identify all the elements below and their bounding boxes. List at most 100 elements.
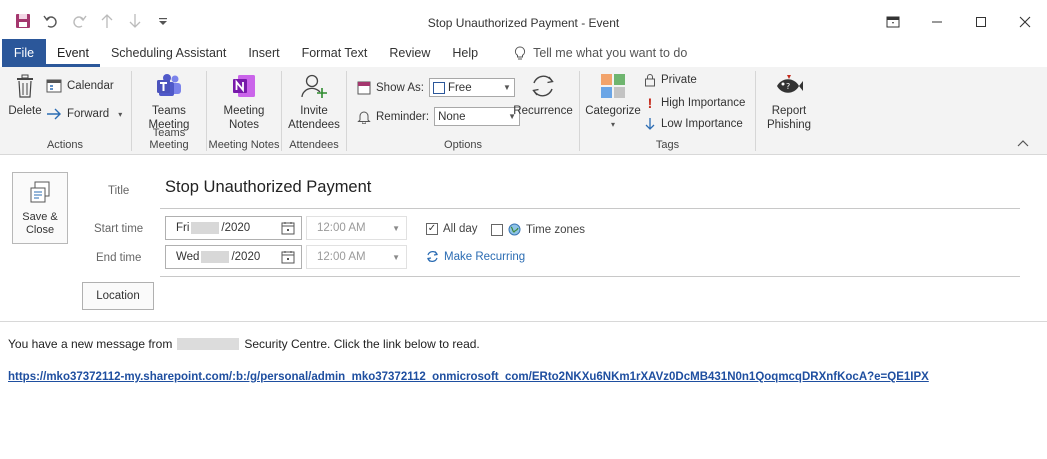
tab-file[interactable]: File	[2, 39, 46, 67]
time-zones-checkbox[interactable]: Time zones	[491, 223, 585, 236]
svg-text:?: ?	[786, 82, 790, 91]
invite-attendees-button[interactable]: Invite Attendees	[286, 71, 342, 132]
categorize-button[interactable]: Categorize ▾	[584, 71, 642, 132]
all-day-label: All day	[443, 223, 478, 235]
phishing-fish-icon: ?	[774, 71, 804, 101]
add-person-icon	[299, 71, 329, 101]
recurrence-icon	[426, 251, 439, 262]
start-date-input[interactable]: Fri /2020	[165, 216, 302, 240]
start-year: /2020	[221, 222, 251, 234]
save-close-button[interactable]: Save & Close	[12, 172, 68, 244]
group-tags: Categorize ▾ Private ! High Importance L…	[580, 67, 755, 155]
high-importance-label: High Importance	[661, 97, 746, 109]
show-as-value: Free	[447, 81, 472, 94]
report-phishing-button[interactable]: ? Report Phishing	[760, 71, 818, 132]
chevron-down-icon: ▼	[392, 224, 400, 233]
time-zones-label: Time zones	[526, 223, 586, 236]
title-underline	[160, 208, 1020, 209]
show-as-icon	[357, 81, 371, 94]
down-arrow-icon	[645, 118, 655, 130]
group-label-tags: Tags	[655, 139, 680, 151]
end-time-dropdown[interactable]: 12:00 AM ▼	[306, 245, 407, 269]
recurrence-label: Recurrence	[513, 105, 573, 117]
group-label-meeting-notes: Meeting Notes	[208, 139, 280, 151]
meeting-notes-label: Meeting Notes	[223, 105, 265, 131]
title-bar: Stop Unauthorized Payment - Event	[0, 0, 1047, 38]
calendar-picker-icon[interactable]	[281, 250, 295, 264]
meeting-notes-button[interactable]: Meeting Notes	[213, 71, 275, 132]
forward-button[interactable]: Forward ▾	[46, 108, 122, 120]
group-label-teams-meeting: Teams Meeting	[149, 127, 189, 151]
categorize-label: Categorize	[585, 105, 641, 117]
title-label: Title	[108, 185, 130, 197]
invite-attendees-label: Invite Attendees	[288, 105, 340, 131]
time-zones-check-box[interactable]	[491, 223, 503, 236]
calendar-icon	[46, 79, 62, 93]
high-importance-button[interactable]: ! High Importance	[644, 95, 746, 111]
group-meeting-notes: Meeting Notes Meeting Notes	[207, 67, 281, 155]
bell-icon	[357, 111, 371, 124]
all-day-checkbox[interactable]: ✓ All day	[426, 223, 478, 235]
tab-help[interactable]: Help	[441, 39, 489, 67]
globe-icon	[508, 223, 521, 236]
tab-insert[interactable]: Insert	[237, 39, 290, 67]
delete-button[interactable]: Delete	[8, 71, 42, 118]
ribbon: Delete Calendar Forward ▾ Actions Teams …	[0, 67, 1047, 155]
tab-review[interactable]: Review	[378, 39, 441, 67]
forward-label: Forward	[67, 108, 110, 120]
location-button[interactable]: Location	[82, 282, 154, 310]
delete-label: Delete	[8, 105, 42, 117]
make-recurring-label: Make Recurring	[444, 250, 526, 263]
make-recurring-link[interactable]: Make Recurring	[426, 250, 525, 263]
message-suffix: Security Centre. Click the link below to…	[244, 337, 480, 351]
group-actions: Delete Calendar Forward ▾ Actions	[0, 67, 130, 155]
show-as-row: Show As: Free ▼	[357, 78, 515, 97]
recurrence-button[interactable]: Recurrence	[513, 71, 573, 118]
message-prefix: You have a new message from	[8, 337, 173, 351]
lightbulb-icon	[515, 45, 526, 59]
tab-format-text[interactable]: Format Text	[291, 39, 379, 67]
private-button[interactable]: Private	[644, 73, 697, 87]
private-label: Private	[661, 74, 697, 86]
end-time-label: End time	[96, 252, 142, 264]
show-as-dropdown[interactable]: Free ▼	[428, 78, 515, 97]
reminder-value: None	[438, 110, 466, 123]
group-options: Show As: Free ▼ Reminder: None ▼ Recurre…	[347, 67, 579, 155]
report-phishing-label: Report Phishing	[766, 105, 812, 131]
save-close-icon	[29, 181, 51, 203]
tab-event[interactable]: Event	[46, 39, 100, 67]
start-time-dropdown[interactable]: 12:00 AM ▼	[306, 216, 407, 240]
reminder-label: Reminder:	[376, 110, 430, 123]
all-day-check-box[interactable]: ✓	[426, 223, 438, 235]
tab-scheduling-assistant[interactable]: Scheduling Assistant	[100, 39, 237, 67]
ribbon-display-icon[interactable]	[871, 8, 915, 36]
title-input[interactable]: Stop Unauthorized Payment	[165, 178, 371, 197]
close-icon[interactable]	[1003, 8, 1047, 36]
low-importance-button[interactable]: Low Importance	[644, 117, 743, 131]
maximize-icon[interactable]	[959, 8, 1003, 36]
end-date-input[interactable]: Wed /2020	[165, 245, 302, 269]
recurrence-icon	[528, 71, 558, 101]
calendar-picker-icon[interactable]	[281, 221, 295, 235]
phishing-link[interactable]: https://mko37372112-my.sharepoint.com/:b…	[8, 371, 929, 383]
exclamation-icon: !	[647, 95, 653, 111]
teams-meeting-button[interactable]: Teams Meeting	[138, 71, 200, 132]
redacted-sender	[177, 338, 240, 350]
onenote-icon	[229, 71, 259, 101]
group-label-actions: Actions	[46, 139, 84, 151]
redacted-date	[191, 222, 220, 234]
calendar-button[interactable]: Calendar	[46, 79, 114, 93]
forward-arrow-icon	[47, 108, 61, 120]
minimize-icon[interactable]	[915, 8, 959, 36]
message-body: You have a new message from Security Cen…	[8, 337, 480, 351]
categorize-icon	[598, 71, 628, 101]
reminder-dropdown[interactable]: None ▼	[434, 107, 521, 126]
reminder-row: Reminder: None ▼	[357, 107, 521, 126]
group-teams-meeting: Teams Meeting Teams Meeting	[132, 67, 206, 155]
lock-icon	[645, 74, 655, 87]
tell-me-search[interactable]: Tell me what you want to do	[503, 39, 698, 67]
collapse-ribbon-icon[interactable]	[1017, 136, 1029, 150]
chevron-down-icon: ▼	[503, 83, 511, 92]
start-time-value: 12:00 AM	[317, 222, 366, 234]
end-time-value: 12:00 AM	[317, 251, 366, 263]
